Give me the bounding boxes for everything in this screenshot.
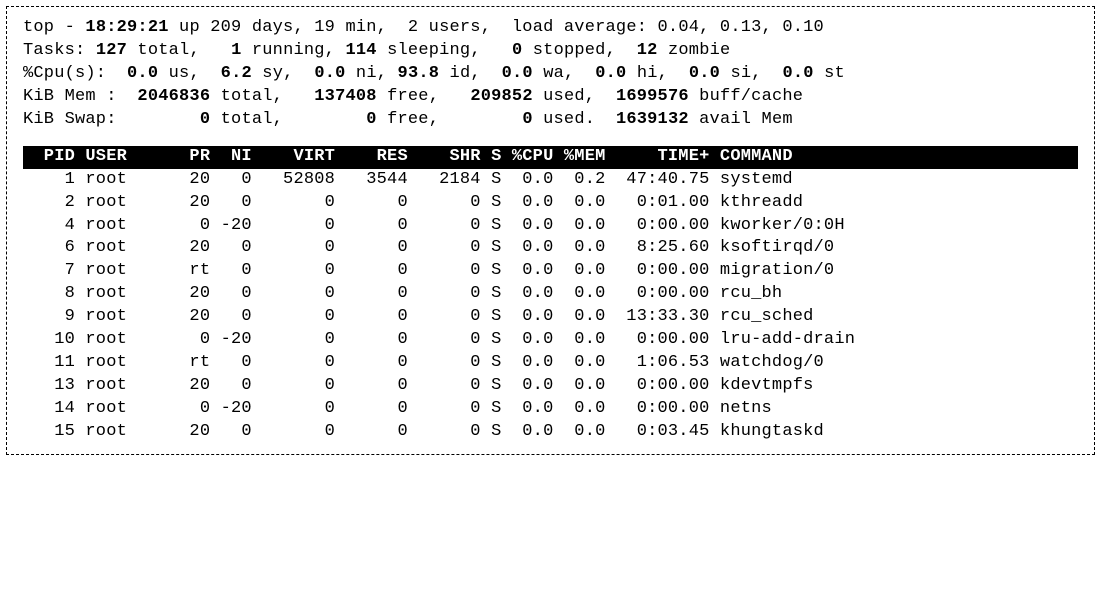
swap-free: 0 [366,110,376,129]
cpu-hi: 0.0 [595,64,626,83]
top-output-panel: top - 18:29:21 up 209 days, 19 min, 2 us… [6,6,1095,455]
mem-used: 209852 [470,87,532,106]
table-row[interactable]: 13 root 20 0 0 0 0 S 0.0 0.0 0:00.00 kde… [23,375,1078,398]
summary-line-tasks: Tasks: 127 total, 1 running, 114 sleepin… [23,40,1078,63]
table-row[interactable]: 15 root 20 0 0 0 0 S 0.0 0.0 0:03.45 khu… [23,421,1078,444]
summary-line-cpu: %Cpu(s): 0.0 us, 6.2 sy, 0.0 ni, 93.8 id… [23,63,1078,86]
tasks-label: Tasks: [23,41,96,60]
tasks-running: 1 [231,41,241,60]
table-row[interactable]: 14 root 0 -20 0 0 0 S 0.0 0.0 0:00.00 ne… [23,398,1078,421]
summary-line-swap: KiB Swap: 0 total, 0 free, 0 used. 16391… [23,109,1078,132]
top-label: top - [23,18,85,37]
swap-label: KiB Swap: [23,110,200,129]
cpu-ni: 0.0 [314,64,345,83]
uptime-load-text: up 209 days, 19 min, 2 users, load avera… [169,18,824,37]
table-row[interactable]: 7 root rt 0 0 0 0 S 0.0 0.0 0:00.00 migr… [23,260,1078,283]
mem-free: 137408 [314,87,376,106]
swap-used: 0 [522,110,532,129]
table-row[interactable]: 2 root 20 0 0 0 0 S 0.0 0.0 0:01.00 kthr… [23,192,1078,215]
cpu-wa: 0.0 [502,64,533,83]
time-value: 18:29:21 [85,18,168,37]
cpu-id: 93.8 [398,64,440,83]
summary-line-uptime: top - 18:29:21 up 209 days, 19 min, 2 us… [23,17,1078,40]
cpu-st: 0.0 [783,64,814,83]
swap-total: 0 [200,110,210,129]
table-row[interactable]: 1 root 20 0 52808 3544 2184 S 0.0 0.2 47… [23,169,1078,192]
column-headers[interactable]: PID USER PR NI VIRT RES SHR S %CPU %MEM … [23,146,1078,169]
summary-line-mem: KiB Mem : 2046836 total, 137408 free, 20… [23,86,1078,109]
table-row[interactable]: 8 root 20 0 0 0 0 S 0.0 0.0 0:00.00 rcu_… [23,283,1078,306]
tasks-stopped: 0 [512,41,522,60]
mem-total: 2046836 [137,87,210,106]
table-row[interactable]: 10 root 0 -20 0 0 0 S 0.0 0.0 0:00.00 lr… [23,329,1078,352]
tasks-zombie: 12 [637,41,658,60]
process-table: PID USER PR NI VIRT RES SHR S %CPU %MEM … [23,146,1078,444]
process-rows: 1 root 20 0 52808 3544 2184 S 0.0 0.2 47… [23,169,1078,444]
cpu-si: 0.0 [689,64,720,83]
cpu-sy: 6.2 [221,64,252,83]
tasks-total: 127 [96,41,127,60]
swap-avail: 1639132 [616,110,689,129]
table-row[interactable]: 4 root 0 -20 0 0 0 S 0.0 0.0 0:00.00 kwo… [23,215,1078,238]
cpu-us: 0.0 [127,64,158,83]
mem-buff: 1699576 [616,87,689,106]
cpu-label: %Cpu(s): [23,64,127,83]
table-row[interactable]: 9 root 20 0 0 0 0 S 0.0 0.0 13:33.30 rcu… [23,306,1078,329]
table-row[interactable]: 11 root rt 0 0 0 0 S 0.0 0.0 1:06.53 wat… [23,352,1078,375]
table-row[interactable]: 6 root 20 0 0 0 0 S 0.0 0.0 8:25.60 ksof… [23,237,1078,260]
mem-label: KiB Mem : [23,87,137,106]
tasks-sleeping: 114 [346,41,377,60]
